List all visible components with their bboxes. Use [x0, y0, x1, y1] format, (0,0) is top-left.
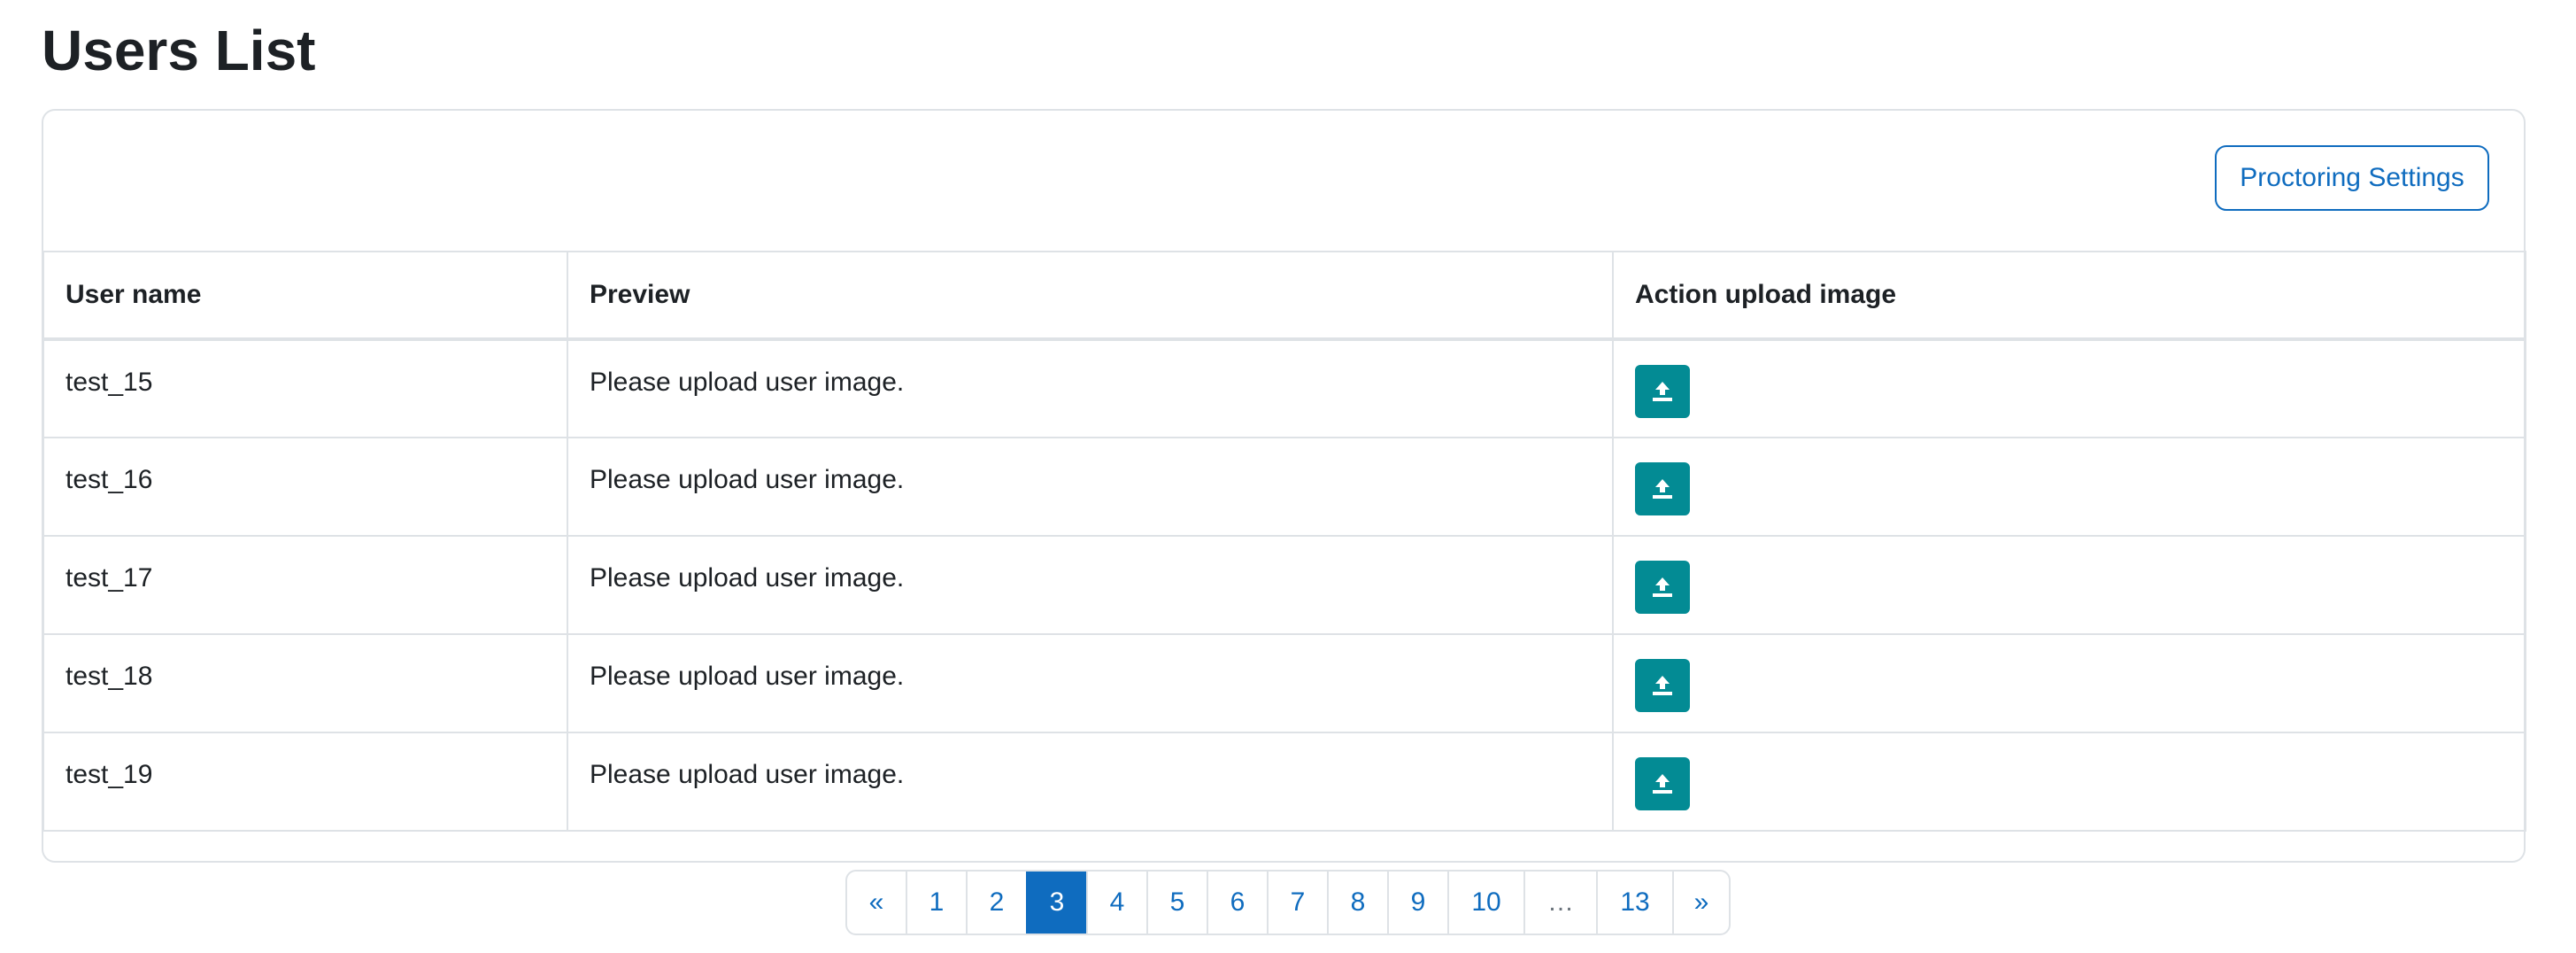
pagination-page-4[interactable]: 4: [1086, 872, 1146, 934]
pagination-page-3-current[interactable]: 3: [1026, 872, 1086, 934]
upload-image-button[interactable]: [1635, 659, 1690, 712]
pagination-page-9[interactable]: 9: [1387, 872, 1447, 934]
page-title: Users List: [42, 19, 316, 82]
action-cell: [1612, 633, 2526, 733]
preview-cell: Please upload user image.: [567, 535, 1614, 635]
proctoring-settings-button[interactable]: Proctoring Settings: [2215, 145, 2489, 211]
pagination-page-10[interactable]: 10: [1447, 872, 1523, 934]
upload-icon: [1653, 479, 1672, 499]
pagination-page-8[interactable]: 8: [1327, 872, 1387, 934]
column-header-username: User name: [42, 251, 568, 341]
username-cell: test_19: [42, 732, 568, 832]
table-row: test_17 Please upload user image.: [42, 535, 2526, 635]
action-cell: [1612, 437, 2526, 537]
action-cell: [1612, 338, 2526, 438]
action-cell: [1612, 732, 2526, 832]
settings-card: [42, 109, 2526, 247]
pagination: « 1 2 3 4 5 6 7 8 9 10 … 13 »: [845, 870, 1731, 935]
username-cell: test_16: [42, 437, 568, 537]
upload-image-button[interactable]: [1635, 365, 1690, 418]
table-row: test_18 Please upload user image.: [42, 633, 2526, 733]
pagination-page-1[interactable]: 1: [906, 872, 966, 934]
upload-icon: [1653, 774, 1672, 794]
column-header-action: Action upload image: [1612, 251, 2526, 341]
table-row: test_16 Please upload user image.: [42, 437, 2526, 537]
pagination-page-2[interactable]: 2: [966, 872, 1026, 934]
upload-image-button[interactable]: [1635, 462, 1690, 515]
pagination-page-5[interactable]: 5: [1146, 872, 1207, 934]
users-table: User name Preview Action upload image te…: [42, 251, 2526, 832]
username-cell: test_18: [42, 633, 568, 733]
upload-icon: [1653, 577, 1672, 597]
upload-image-button[interactable]: [1635, 561, 1690, 614]
pagination-page-7[interactable]: 7: [1267, 872, 1327, 934]
pagination-page-6[interactable]: 6: [1207, 872, 1267, 934]
table-row: test_19 Please upload user image.: [42, 732, 2526, 832]
username-cell: test_15: [42, 338, 568, 438]
preview-cell: Please upload user image.: [567, 633, 1614, 733]
upload-icon: [1653, 676, 1672, 695]
pagination-next[interactable]: »: [1672, 872, 1729, 934]
pagination-ellipsis: …: [1523, 872, 1596, 934]
upload-image-button[interactable]: [1635, 757, 1690, 810]
column-header-preview: Preview: [567, 251, 1614, 341]
username-cell: test_17: [42, 535, 568, 635]
pagination-page-13[interactable]: 13: [1596, 872, 1672, 934]
table-header-row: User name Preview Action upload image: [42, 251, 2526, 341]
preview-cell: Please upload user image.: [567, 338, 1614, 438]
upload-icon: [1653, 382, 1672, 401]
pagination-previous[interactable]: «: [847, 872, 906, 934]
preview-cell: Please upload user image.: [567, 437, 1614, 537]
action-cell: [1612, 535, 2526, 635]
preview-cell: Please upload user image.: [567, 732, 1614, 832]
table-row: test_15 Please upload user image.: [42, 338, 2526, 438]
